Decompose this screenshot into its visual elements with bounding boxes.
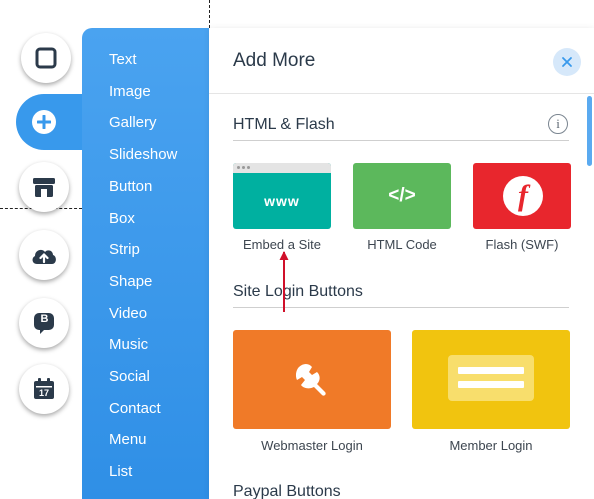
flash-icon: f <box>503 176 543 216</box>
category-item[interactable]: List <box>109 463 132 481</box>
category-item[interactable]: Shape <box>109 273 152 291</box>
flash-tile[interactable]: f <box>473 163 571 229</box>
add-page-button[interactable] <box>21 33 71 83</box>
add-elements-tab[interactable] <box>16 94 88 150</box>
webmaster-login-label: Webmaster Login <box>261 438 363 453</box>
member-login-label: Member Login <box>449 438 533 453</box>
code-icon: </> <box>388 185 416 206</box>
embed-site-tile[interactable]: www <box>233 163 331 229</box>
login-card-icon <box>448 355 534 401</box>
webmaster-login-tile[interactable] <box>233 330 391 429</box>
panel-header: Add More <box>209 28 594 94</box>
category-item[interactable]: Text <box>109 51 137 69</box>
category-item[interactable]: Social <box>109 368 150 386</box>
category-item[interactable]: Music <box>109 336 148 354</box>
panel-scrollbar[interactable] <box>587 96 592 166</box>
close-icon <box>562 57 572 67</box>
section-title-paypal: Paypal Buttons <box>233 483 341 499</box>
info-icon[interactable]: i <box>548 114 568 134</box>
category-item[interactable]: Contact <box>109 400 161 418</box>
store-icon <box>33 178 55 197</box>
category-item[interactable]: Image <box>109 83 151 101</box>
add-elements-category-menu: Text Image Gallery Slideshow Button Box Strip S… <box>82 28 209 499</box>
category-item[interactable]: Box <box>109 210 135 228</box>
add-more-panel: Add More HTML & Flash i www Embed a Site… <box>209 28 594 499</box>
category-item[interactable]: Video <box>109 305 147 323</box>
upload-media-button[interactable] <box>19 230 69 280</box>
close-button[interactable] <box>553 48 581 76</box>
blog-button[interactable]: B <box>19 298 69 348</box>
section-title-site-login: Site Login Buttons <box>233 283 363 300</box>
guide-line-vertical <box>209 0 210 28</box>
html-code-tile[interactable]: </> <box>353 163 451 229</box>
member-login-tile[interactable] <box>412 330 570 429</box>
plus-icon <box>32 110 56 134</box>
wrench-icon <box>295 364 326 396</box>
category-item[interactable]: Menu <box>109 431 147 449</box>
html-code-label: HTML Code <box>367 237 437 252</box>
annotation-arrow-icon <box>279 251 289 312</box>
app-market-button[interactable] <box>19 162 69 212</box>
flash-label: Flash (SWF) <box>485 237 559 252</box>
upload-cloud-icon <box>32 249 56 264</box>
category-item[interactable]: Gallery <box>109 114 157 132</box>
category-item[interactable]: Slideshow <box>109 146 177 164</box>
category-item[interactable]: Strip <box>109 241 140 259</box>
section-title-html-flash: HTML & Flash <box>233 116 335 133</box>
blog-badge-letter: B <box>40 313 49 325</box>
category-item[interactable]: Button <box>109 178 152 196</box>
www-glyph: www <box>264 193 300 209</box>
panel-title: Add More <box>233 50 316 71</box>
section-divider <box>233 140 569 141</box>
square-icon <box>35 47 57 69</box>
bookings-button[interactable]: 17 <box>19 364 69 414</box>
calendar-day: 17 <box>38 388 49 398</box>
browser-bar <box>233 163 331 173</box>
